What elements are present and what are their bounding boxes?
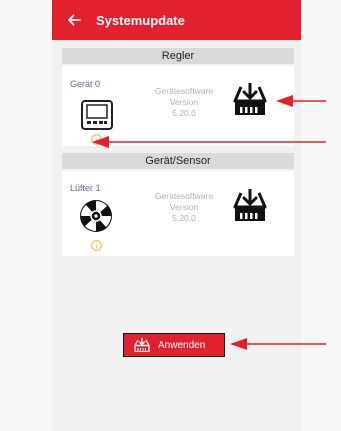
annotation-arrow-info-head	[92, 136, 109, 148]
annotation-arrow-download-head	[276, 95, 293, 107]
annotation-arrow-apply-head	[230, 338, 247, 350]
annotation-arrows	[92, 95, 326, 350]
